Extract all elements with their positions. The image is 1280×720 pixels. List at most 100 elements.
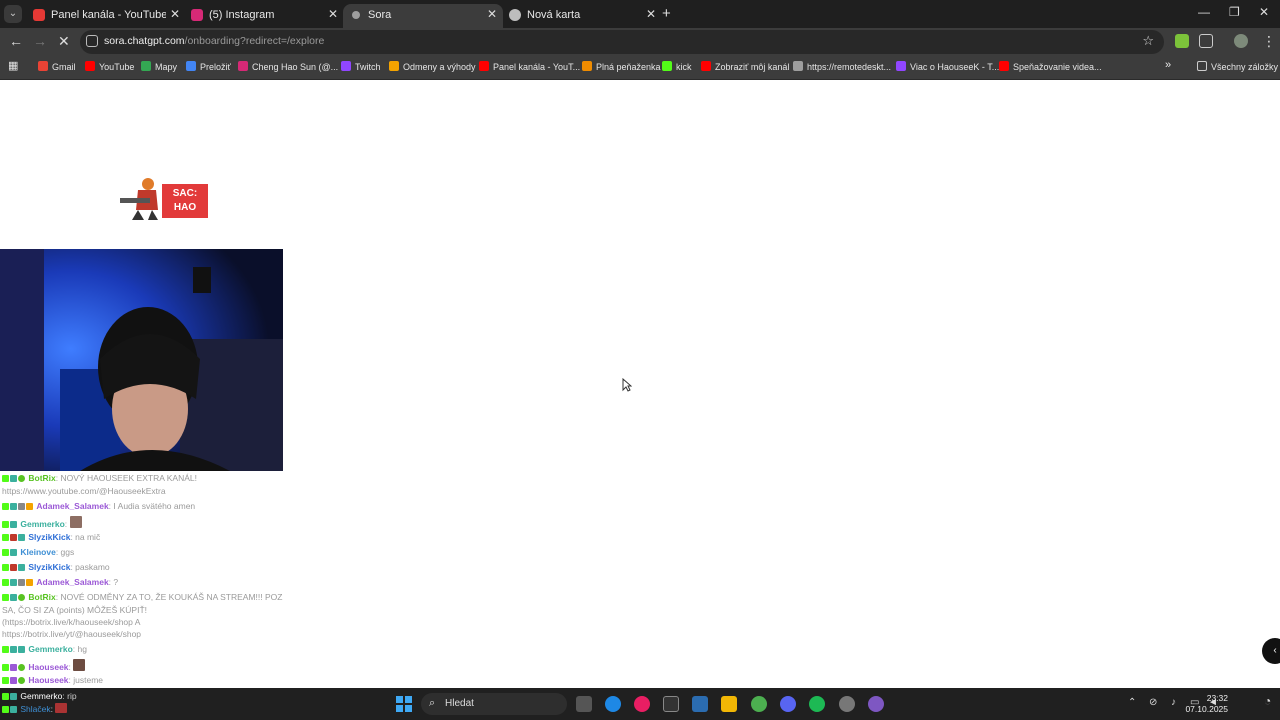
restore-button[interactable]: ❐ xyxy=(1229,5,1240,19)
tab-sora[interactable]: Sora ✕ xyxy=(343,4,503,28)
chat-message: SlyzikKick: paskamo xyxy=(2,562,110,572)
edge-icon[interactable] xyxy=(605,696,621,712)
kick-badge-icon xyxy=(2,549,9,556)
tab-search-button[interactable]: ⌄ xyxy=(4,5,22,23)
folder-icon xyxy=(1197,61,1207,71)
chat-message-cont: https://botrix.live/yt/@haouseek/shop xyxy=(2,629,142,639)
profile-avatar[interactable] xyxy=(1234,34,1248,48)
bookmark-item[interactable]: kick xyxy=(662,61,692,72)
new-tab-button[interactable]: + xyxy=(662,5,671,22)
sub-badge-icon xyxy=(10,503,17,510)
notifications-icon[interactable]: ◔ xyxy=(1264,694,1271,708)
apps-grid-icon[interactable]: ▦ xyxy=(8,59,18,72)
windows-start-icon[interactable] xyxy=(396,696,412,712)
site-info-icon[interactable] xyxy=(86,35,98,47)
steam-icon[interactable] xyxy=(839,696,855,712)
bookmark-item[interactable]: Preložiť xyxy=(186,61,231,72)
close-icon[interactable]: ✕ xyxy=(487,7,497,21)
kick-badge-icon xyxy=(2,594,9,601)
moderator-badge-icon xyxy=(18,503,25,510)
translate-icon xyxy=(186,61,196,71)
discord-icon[interactable] xyxy=(780,696,796,712)
tab-strip: ⌄ Panel kanála - YouTube Studio ✕ (5) In… xyxy=(0,0,1280,28)
close-icon[interactable]: ✕ xyxy=(328,7,338,21)
color-app-icon[interactable] xyxy=(634,696,650,712)
sub-badge-icon xyxy=(10,579,17,586)
sub-badge-icon xyxy=(18,646,25,653)
emote-icon xyxy=(69,516,82,528)
chrome-icon xyxy=(509,9,521,21)
tab-title: Nová karta xyxy=(527,9,581,21)
chrome-icon[interactable] xyxy=(751,696,767,712)
task-view-icon[interactable] xyxy=(576,696,592,712)
back-button[interactable]: ← xyxy=(9,33,23,49)
address-bar[interactable]: sora.chatgpt.com/onboarding?redirect=/ex… xyxy=(80,30,1164,54)
taskbar-search[interactable]: ⌕ Hledat xyxy=(421,693,567,715)
kick-badge-icon xyxy=(2,503,9,510)
file-explorer-icon[interactable] xyxy=(721,696,737,712)
ctrl-app-icon[interactable] xyxy=(663,696,679,712)
tab-new-tab[interactable]: Nová karta ✕ xyxy=(502,4,662,28)
bookmark-item[interactable]: Cheng Hao Sun (@... xyxy=(238,61,338,72)
extension-icon[interactable] xyxy=(1175,34,1189,48)
more-bookmarks-icon[interactable]: » xyxy=(1165,59,1171,71)
bookmark-item[interactable]: Twitch xyxy=(341,61,381,72)
bot-badge-icon xyxy=(18,594,25,601)
tab-title: Panel kanála - YouTube Studio xyxy=(51,9,166,21)
bookmark-item[interactable]: Viac o HaouseeK - T... xyxy=(896,61,999,72)
bot-badge-icon xyxy=(18,475,25,482)
kick-badge-icon xyxy=(2,677,9,684)
bookmark-item[interactable]: YouTube xyxy=(85,61,134,72)
kick-badge-icon xyxy=(2,521,9,528)
logo-text: SAC: HAO xyxy=(162,184,208,218)
youtube-icon xyxy=(33,9,45,21)
store-icon[interactable] xyxy=(692,696,708,712)
close-icon[interactable]: ✕ xyxy=(646,7,656,21)
clock-date: 07.10.2025 xyxy=(1185,704,1228,714)
taskbar-chat-overlay: Gemmerko: rip Shlaček: xyxy=(2,690,77,716)
sub-badge-icon xyxy=(10,646,17,653)
app-icon[interactable] xyxy=(868,696,884,712)
sub-badge-icon xyxy=(10,549,17,556)
bookmark-item[interactable]: https://remotedeskt... xyxy=(793,61,891,72)
bookmark-item[interactable]: Plná peňaženka xyxy=(582,61,661,72)
forward-button[interactable]: → xyxy=(33,33,47,49)
side-panel-toggle-button[interactable]: ‹ xyxy=(1262,638,1280,664)
spotify-icon[interactable] xyxy=(809,696,825,712)
minimize-button[interactable]: — xyxy=(1198,5,1210,19)
verified-badge-icon xyxy=(18,664,25,671)
extensions-puzzle-icon[interactable] xyxy=(1199,34,1213,48)
all-bookmarks-folder[interactable]: Všechny záložky xyxy=(1197,61,1278,72)
bookmark-item[interactable]: Zobraziť môj kanál xyxy=(701,61,789,72)
youtube-icon xyxy=(999,61,1009,71)
tab-instagram[interactable]: (5) Instagram ✕ xyxy=(184,4,344,28)
sub-badge-icon xyxy=(10,706,17,713)
window-close-button[interactable]: ✕ xyxy=(1259,5,1269,19)
chat-message: Shlaček: xyxy=(2,703,77,716)
kick-badge-icon xyxy=(2,664,9,671)
tray-chevron-icon[interactable]: ⌃ xyxy=(1128,697,1136,708)
chat-message-cont: SA, ČO SI ZA (points) MÔŽEŠ KÚPIŤ! xyxy=(2,605,148,615)
close-icon[interactable]: ✕ xyxy=(170,7,180,21)
bookmark-item[interactable]: Odmeny a výhody xyxy=(389,61,476,72)
network-off-icon[interactable]: ⊘ xyxy=(1149,697,1157,708)
twitch-icon xyxy=(341,61,351,71)
menu-icon[interactable]: ⋮ xyxy=(1262,33,1276,50)
tab-youtube-studio[interactable]: Panel kanála - YouTube Studio ✕ xyxy=(26,4,186,28)
search-icon: ⌕ xyxy=(429,697,436,709)
chat-message: BotRix: NOVÝ HAOUSEEK EXTRA KANÁL! xyxy=(2,473,197,483)
microphone-icon[interactable]: ♪ xyxy=(1171,697,1176,708)
chat-message: Gemmerko: rip xyxy=(2,690,77,703)
system-clock[interactable]: 23:32 07.10.2025 xyxy=(1185,693,1228,715)
bookmark-item[interactable]: Panel kanála - YouT... xyxy=(479,61,580,72)
bookmark-item[interactable]: Gmail xyxy=(38,61,76,72)
chat-message: Adamek_Salamek: I Audia svätého amen xyxy=(2,501,195,511)
kick-badge-icon xyxy=(2,706,9,713)
sub-badge-icon xyxy=(10,534,17,541)
emote-icon xyxy=(55,703,68,713)
bookmark-item[interactable]: Mapy xyxy=(141,61,177,72)
bookmark-item[interactable]: Speňažovanie videa... xyxy=(999,61,1102,72)
bookmark-star-icon[interactable]: ☆ xyxy=(1142,33,1154,49)
sub-badge-icon xyxy=(10,594,17,601)
stop-loading-button[interactable]: ✕ xyxy=(58,33,70,50)
